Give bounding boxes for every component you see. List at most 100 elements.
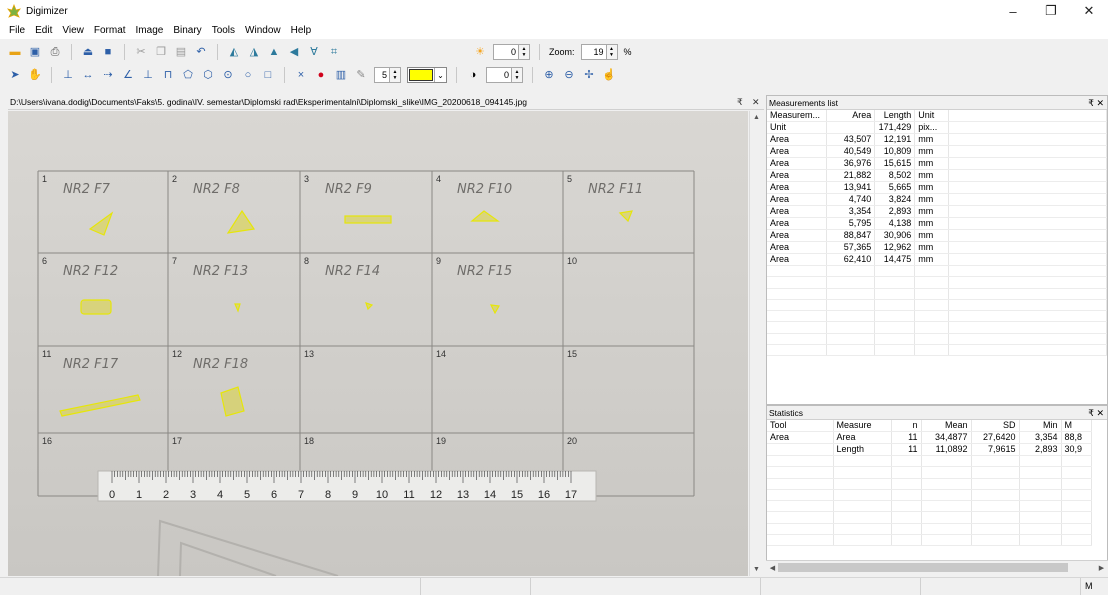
perpendicular-icon[interactable]: ⊥	[141, 68, 155, 82]
undo-icon[interactable]: ↶	[194, 45, 208, 59]
fit-icon[interactable]: ✢	[582, 68, 596, 82]
polygon-icon[interactable]: ⬠	[181, 68, 195, 82]
image-close-icon[interactable]: ✕	[752, 97, 760, 108]
column-header[interactable]: Measurem...	[767, 110, 828, 122]
photo-canvas[interactable]: 1 2 3 4 56 7 8 9 1011 12 13 14 1516 17 18 19 20 NR2 F7 NR…	[8, 111, 748, 576]
menu-binary[interactable]: Binary	[168, 25, 206, 36]
column-header[interactable]: Tool	[767, 420, 834, 432]
pin-icon[interactable]: ₹	[1088, 98, 1094, 108]
column-header[interactable]: Min	[1019, 420, 1062, 432]
ellipse-icon[interactable]: ○	[241, 68, 255, 82]
chevron-down-icon[interactable]: ⌄	[434, 68, 446, 82]
pin-icon[interactable]: ₹	[737, 97, 743, 108]
column-header[interactable]: n	[891, 420, 922, 432]
delete-icon[interactable]: ×	[294, 68, 308, 82]
table-row[interactable]: Area 3,354 2,893 mm	[767, 205, 1107, 218]
zoom-in-icon[interactable]: ⊕	[542, 68, 556, 82]
contrast-stepper[interactable]: ▲▼	[486, 67, 523, 83]
contrast-input[interactable]	[487, 68, 511, 82]
menu-help[interactable]: Help	[286, 25, 317, 36]
camera-icon[interactable]: ■	[101, 45, 115, 59]
scroll-up-icon[interactable]: ▲	[750, 111, 763, 124]
column-header[interactable]: Mean	[921, 420, 972, 432]
table-row[interactable]: Area Area 11 34,4877 27,6420 3,354 88,8	[767, 431, 1092, 444]
contrast-spin-buttons[interactable]: ▲ ▼	[511, 68, 522, 82]
statistics-horizontal-scrollbar[interactable]: ◀ ▶	[766, 560, 1108, 574]
open-folder-icon[interactable]: ▬	[8, 45, 22, 59]
menu-image[interactable]: Image	[131, 25, 169, 36]
column-header[interactable]: Length	[874, 110, 916, 122]
table-row[interactable]: Area 4,740 3,824 mm	[767, 193, 1107, 206]
marker-icon[interactable]: ⊥	[61, 68, 75, 82]
save-icon[interactable]: ▣	[28, 45, 42, 59]
menu-view[interactable]: View	[57, 25, 89, 36]
fragment-f9[interactable]	[344, 215, 392, 224]
circle-icon[interactable]: ⊙	[221, 68, 235, 82]
statistics-panel-controls[interactable]: ₹ ✕	[1088, 406, 1104, 420]
line-length-icon[interactable]: ↔	[81, 68, 95, 82]
line-width-input[interactable]	[375, 68, 389, 82]
image-viewport[interactable]: 1 2 3 4 5 6 7 8 9 10 11 12 13 14 15 16 17 18 19 20 NR2 F7 NR…	[8, 111, 748, 576]
copy-icon[interactable]: ❐	[154, 45, 168, 59]
minimize-button[interactable]: –	[994, 0, 1032, 22]
rotate-icon[interactable]: ▲	[267, 45, 281, 59]
close-icon[interactable]: ✕	[1096, 408, 1104, 418]
table-row[interactable]: Area 57,365 12,962 mm	[767, 241, 1107, 254]
close-icon[interactable]: ✕	[1096, 98, 1104, 108]
barcode-icon[interactable]: ▥	[334, 68, 348, 82]
column-header[interactable]: Measure	[833, 420, 892, 432]
column-header[interactable]: Unit	[914, 110, 950, 122]
menu-tools[interactable]: Tools	[207, 25, 240, 36]
polyline-length-icon[interactable]: ⇢	[101, 68, 115, 82]
scanner-icon[interactable]: ⏏	[81, 45, 95, 59]
scroll-thumb[interactable]	[778, 563, 1068, 572]
table-row[interactable]: Length 11 11,0892 7,9615 2,893 30,9	[767, 443, 1092, 456]
angle-icon[interactable]: ∠	[121, 68, 135, 82]
freehand-area-icon[interactable]: ⬡	[201, 68, 215, 82]
point-icon[interactable]: ●	[314, 68, 328, 82]
table-row[interactable]: Area 40,549 10,809 mm	[767, 145, 1107, 158]
menu-window[interactable]: Window	[240, 25, 286, 36]
column-header[interactable]: SD	[971, 420, 1020, 432]
image-vertical-scrollbar[interactable]: ▲ ▼	[749, 111, 762, 576]
brightness-input[interactable]	[494, 45, 518, 59]
pointer-icon[interactable]: ➤	[8, 68, 22, 82]
zoom-input[interactable]	[581, 45, 606, 59]
hand-select-icon[interactable]: ✋	[28, 68, 42, 82]
table-row[interactable]: Area 88,847 30,906 mm	[767, 229, 1107, 242]
brightness-spin-buttons[interactable]: ▲ ▼	[518, 45, 529, 59]
crop-icon[interactable]: ⌗	[327, 45, 341, 59]
zoom-out-icon[interactable]: ⊖	[562, 68, 576, 82]
table-row[interactable]: Area 36,976 15,615 mm	[767, 157, 1107, 170]
pan-hand-icon[interactable]: ☝	[602, 68, 616, 82]
flip-horizontal-icon[interactable]: ◭	[227, 45, 241, 59]
menu-file[interactable]: File	[4, 25, 30, 36]
print-icon[interactable]: ⎙	[48, 45, 62, 59]
fragment-f12[interactable]	[80, 299, 112, 315]
table-row[interactable]: Area 5,795 4,138 mm	[767, 217, 1107, 230]
zoom-stepper[interactable]: ▲▼	[580, 44, 618, 60]
flip-vertical-icon[interactable]: ◮	[247, 45, 261, 59]
pen-icon[interactable]: ✎	[354, 68, 368, 82]
pin-icon[interactable]: ₹	[1088, 408, 1094, 418]
table-row[interactable]: Area 62,410 14,475 mm	[767, 253, 1107, 266]
brightness-stepper[interactable]: ▲▼	[493, 44, 530, 60]
scroll-down-icon[interactable]: ▼	[750, 563, 763, 576]
scroll-right-icon[interactable]: ▶	[1095, 561, 1108, 574]
rotate-left-icon[interactable]: ◀	[287, 45, 301, 59]
maximize-button[interactable]: ❐	[1032, 0, 1070, 22]
cut-icon[interactable]: ✂	[134, 45, 148, 59]
table-row[interactable]: Area 13,941 5,665 mm	[767, 181, 1107, 194]
multi-length-icon[interactable]: ⊓	[161, 68, 175, 82]
close-button[interactable]: ✕	[1070, 0, 1108, 22]
table-row[interactable]: Area 21,882 8,502 mm	[767, 169, 1107, 182]
straighten-icon[interactable]: ∀	[307, 45, 321, 59]
rectangle-icon[interactable]: □	[261, 68, 275, 82]
unit-row[interactable]: Unit 171,429 pix...	[767, 121, 1107, 134]
color-picker[interactable]: ⌄	[407, 67, 447, 83]
line-width-stepper[interactable]: ▲▼	[374, 67, 401, 83]
column-header[interactable]: M	[1061, 420, 1092, 432]
table-row[interactable]: Area 43,507 12,191 mm	[767, 133, 1107, 146]
zoom-spin-buttons[interactable]: ▲ ▼	[605, 45, 617, 59]
paste-icon[interactable]: ▤	[174, 45, 188, 59]
